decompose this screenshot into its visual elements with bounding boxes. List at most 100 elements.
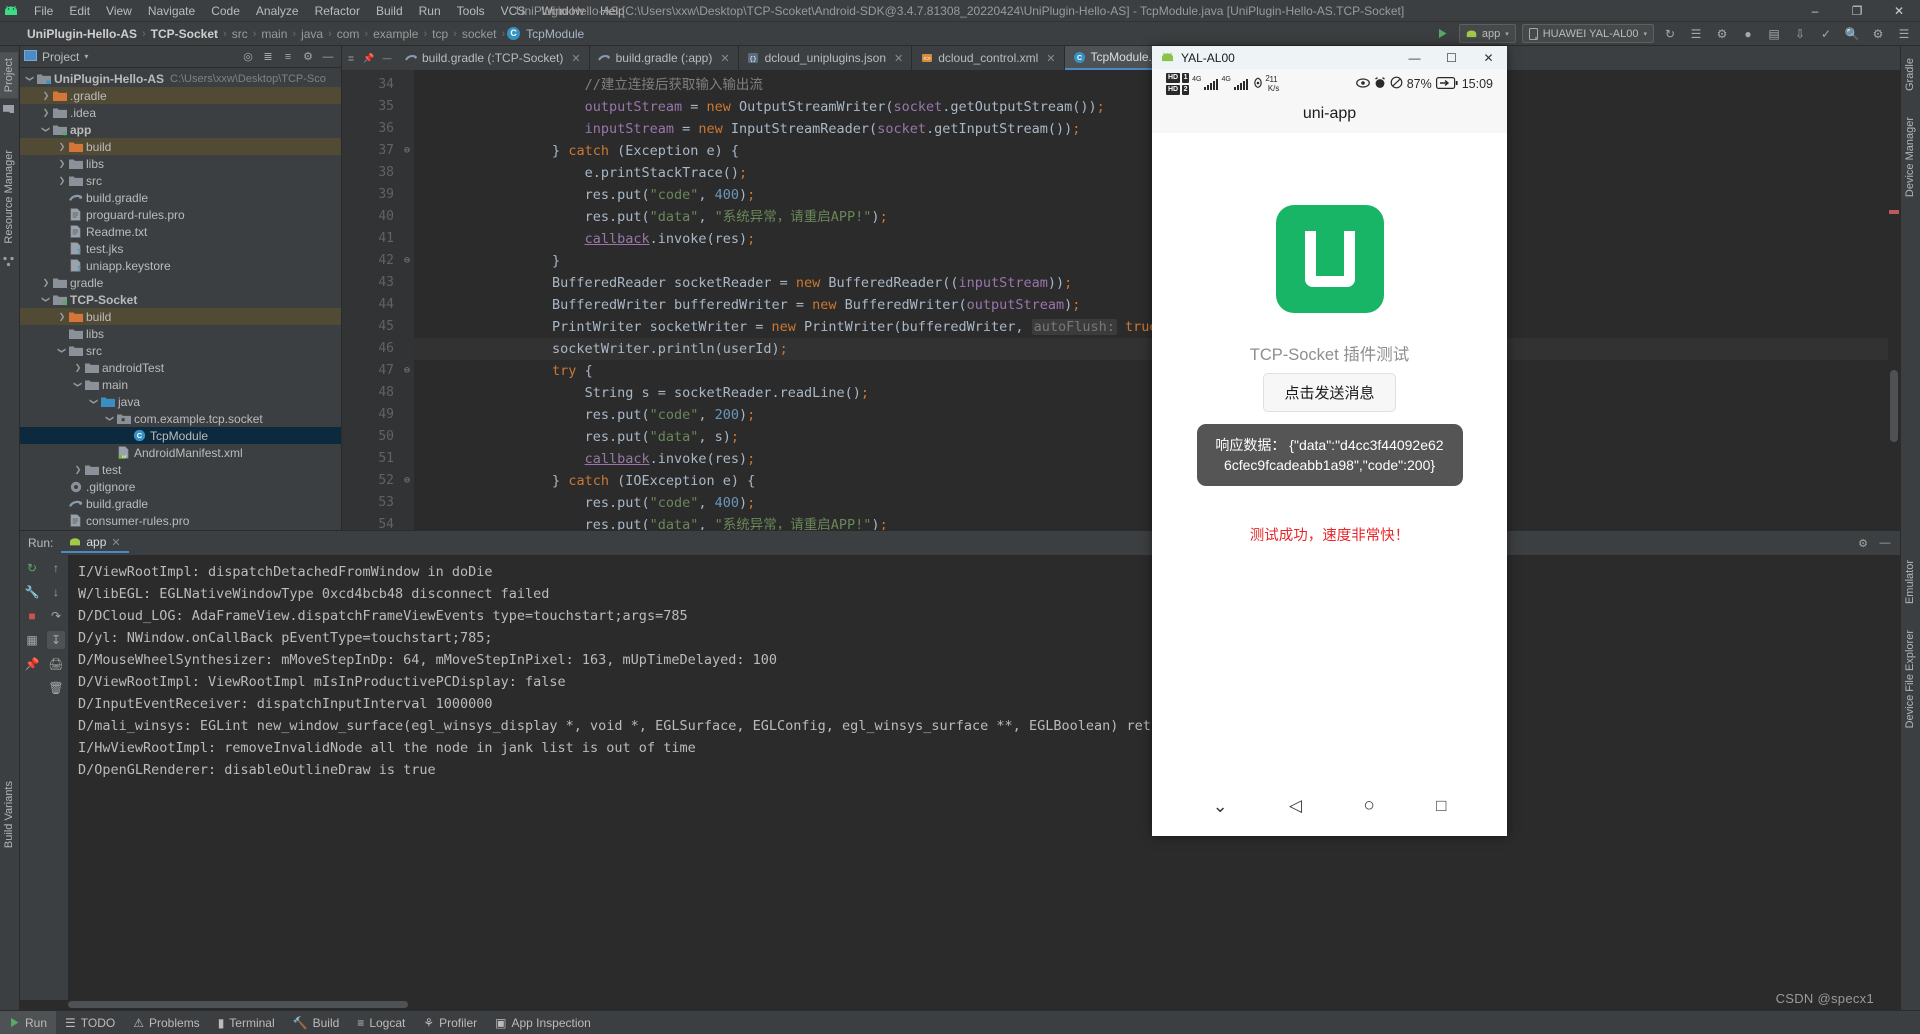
hide-panel-icon[interactable]: — [1876,534,1894,552]
chevron-down-icon[interactable]: ❯ [74,379,83,391]
avd-manager-icon[interactable]: ☰ [1686,24,1706,44]
resource-manager-icon[interactable] [0,250,17,273]
hide-panel-icon[interactable]: — [319,48,337,66]
vcs-update-icon[interactable]: ⇩ [1790,24,1810,44]
menu-vcs[interactable]: VCS [493,2,534,20]
chevron-down-icon[interactable]: ▾ [84,52,88,61]
console-horizontal-scrollbar[interactable] [20,1000,1888,1010]
run-tab-app[interactable]: app ✕ [61,533,129,553]
breadcrumb-project[interactable]: UniPlugin-Hello-AS [24,27,140,41]
breadcrumb-main[interactable]: main [258,27,290,41]
run-configuration-selector[interactable]: app ▾ [1458,24,1516,43]
code-editor[interactable]: 34 35 36 37 38 39 40 41 42 43 44 45 46 47 48 49 50 51 52 53… [342,70,1900,530]
sidebar-tab-emulator[interactable]: Emulator [1901,554,1919,610]
down-arrow-icon[interactable]: ↓ [47,583,65,601]
tree-item-build-gradle[interactable]: build.gradle [20,189,341,206]
fold-marker-icon[interactable]: ⊖ [400,250,414,272]
tree-item-test[interactable]: ❯ test [20,461,341,478]
print-icon[interactable]: 🖨 [47,655,65,673]
back-button[interactable]: ◁ [1289,796,1302,816]
minimize-button[interactable]: – [1794,0,1836,22]
close-icon[interactable]: ✕ [720,52,729,65]
editor-tab-dcloud-uniplugins-json[interactable]: {} dcloud_uniplugins.json ✕ [738,46,913,70]
close-icon[interactable]: ✕ [1046,52,1055,65]
soft-wrap-icon[interactable]: ↷ [47,607,65,625]
menu-build[interactable]: Build [368,2,411,20]
menu-bar[interactable]: File Edit View Navigate Code Analyze Ref… [22,2,633,20]
sync-gradle-icon[interactable]: ↻ [1660,24,1680,44]
sidebar-tab-device-manager[interactable]: Device Manager [1901,111,1919,203]
fold-marker-icon[interactable]: ⊖ [400,140,414,162]
editor-hide-action[interactable]: — [378,46,396,70]
device-mirror-controls[interactable]: — ☐ ✕ [1396,46,1507,69]
tree-item-gitignore[interactable]: .gitignore [20,478,341,495]
chevron-right-icon[interactable]: ❯ [40,278,52,287]
scrollbar-thumb[interactable] [68,1001,408,1008]
status-profiler[interactable]: ⚘ Profiler [414,1016,486,1030]
tree-item-consumer-rules-pro[interactable]: consumer-rules.pro [20,512,341,529]
sidebar-tab-resource-manager[interactable]: Resource Manager [0,144,18,250]
device-screen[interactable]: HD 1 HD 2 4G 4G 2 11 K/s 87% 15:09 uni-a… [1152,69,1507,836]
project-tree[interactable]: ❯ UniPlugin-Hello-AS C:\Users\xxw\Desktop\… [20,68,341,530]
sidebar-tab-gradle[interactable]: Gradle [1901,52,1919,97]
fold-marker-icon[interactable]: ⊖ [400,470,414,492]
breadcrumb-class[interactable]: TcpModule [523,27,587,41]
breadcrumb-src[interactable]: src [229,27,251,41]
notifications-icon[interactable]: ☰ [1894,24,1914,44]
recents-button[interactable]: □ [1436,796,1446,816]
pin-icon[interactable]: 📌 [23,655,41,673]
tree-item-build[interactable]: ❯ build [20,138,341,155]
run-console-output[interactable]: I/ViewRootImpl: dispatchDetachedFromWind… [68,555,1900,1010]
tree-item-src[interactable]: ❯ src [20,342,341,359]
settings-icon[interactable]: ⚙ [1854,534,1872,552]
tree-item-uniplugin-hello-as[interactable]: ❯ UniPlugin-Hello-AS C:\Users\xxw\Desktop\… [20,70,341,87]
code-folding-gutter[interactable]: ⊖ ⊖ ⊖ ⊖ [400,70,414,530]
sidebar-tab-project-icon-row[interactable] [0,98,17,124]
tree-item-tcpmodule[interactable]: C TcpModule [20,427,341,444]
device-selector[interactable]: HUAWEI YAL-AL00 ▾ [1521,24,1654,43]
window-controls[interactable]: – ❐ ✕ [1794,0,1920,22]
settings-icon[interactable]: ⚙ [1868,24,1888,44]
tree-item-main[interactable]: ❯ main [20,376,341,393]
editor-tab-actions[interactable]: ≣ [342,46,360,70]
tree-item-app[interactable]: ❯ app [20,121,341,138]
tree-item-idea[interactable]: ❯ .idea [20,104,341,121]
editor-vertical-scrollbar[interactable] [1888,70,1900,530]
tree-item-java[interactable]: ❯ java [20,393,341,410]
fold-marker-icon[interactable]: ⊖ [400,360,414,382]
settings-icon[interactable]: ⚙ [299,48,317,66]
menu-file[interactable]: File [26,2,61,20]
sdk-manager-icon[interactable]: ⚙ [1712,24,1732,44]
chevron-right-icon[interactable]: ❯ [56,142,68,151]
expand-all-icon[interactable]: ≣ [259,48,277,66]
status-terminal[interactable]: ▮ Terminal [209,1016,284,1030]
menu-refactor[interactable]: Refactor [307,2,368,20]
chevron-down-icon[interactable]: ❯ [26,73,35,85]
editor-tab-build-gradle-tcp-socket[interactable]: build.gradle (:TCP-Socket) ✕ [396,46,590,70]
device-minimize-button[interactable]: — [1396,46,1433,69]
tree-item-uniapp-keystore[interactable]: ? uniapp.keystore [20,257,341,274]
run-button-icon[interactable] [1433,24,1453,44]
profiler-icon[interactable]: ● [1738,24,1758,44]
chevron-right-icon[interactable]: ❯ [40,91,52,100]
sidebar-tab-build-variants[interactable]: Build Variants [0,775,18,854]
tree-item-libs[interactable]: libs [20,325,341,342]
up-arrow-icon[interactable]: ↑ [47,559,65,577]
sidebar-tab-device-file-explorer[interactable]: Device File Explorer [1901,624,1919,734]
editor-pin-action[interactable]: 📌 [360,46,378,70]
menu-analyze[interactable]: Analyze [248,2,307,20]
menu-view[interactable]: View [98,2,140,20]
tree-item-build-gradle[interactable]: build.gradle [20,495,341,512]
status-app-inspection[interactable]: ▣ App Inspection [486,1016,600,1030]
pin-icon[interactable]: 📌 [363,53,374,64]
maximize-button[interactable]: ❐ [1836,0,1878,22]
breadcrumb-com[interactable]: com [334,27,363,41]
chevron-right-icon[interactable]: ❯ [40,108,52,117]
editor-tab-build-gradle-app[interactable]: build.gradle (:app) ✕ [589,46,739,70]
tree-item-proguard-rules-pro[interactable]: proguard-rules.pro [20,206,341,223]
rerun-icon[interactable]: ↻ [23,559,41,577]
tree-item-tcp-socket[interactable]: ❯ TCP-Socket [20,291,341,308]
device-maximize-button[interactable]: ☐ [1433,46,1470,69]
status-todo[interactable]: ☰ TODO [56,1016,124,1030]
chevron-right-icon[interactable]: ❯ [72,363,84,372]
